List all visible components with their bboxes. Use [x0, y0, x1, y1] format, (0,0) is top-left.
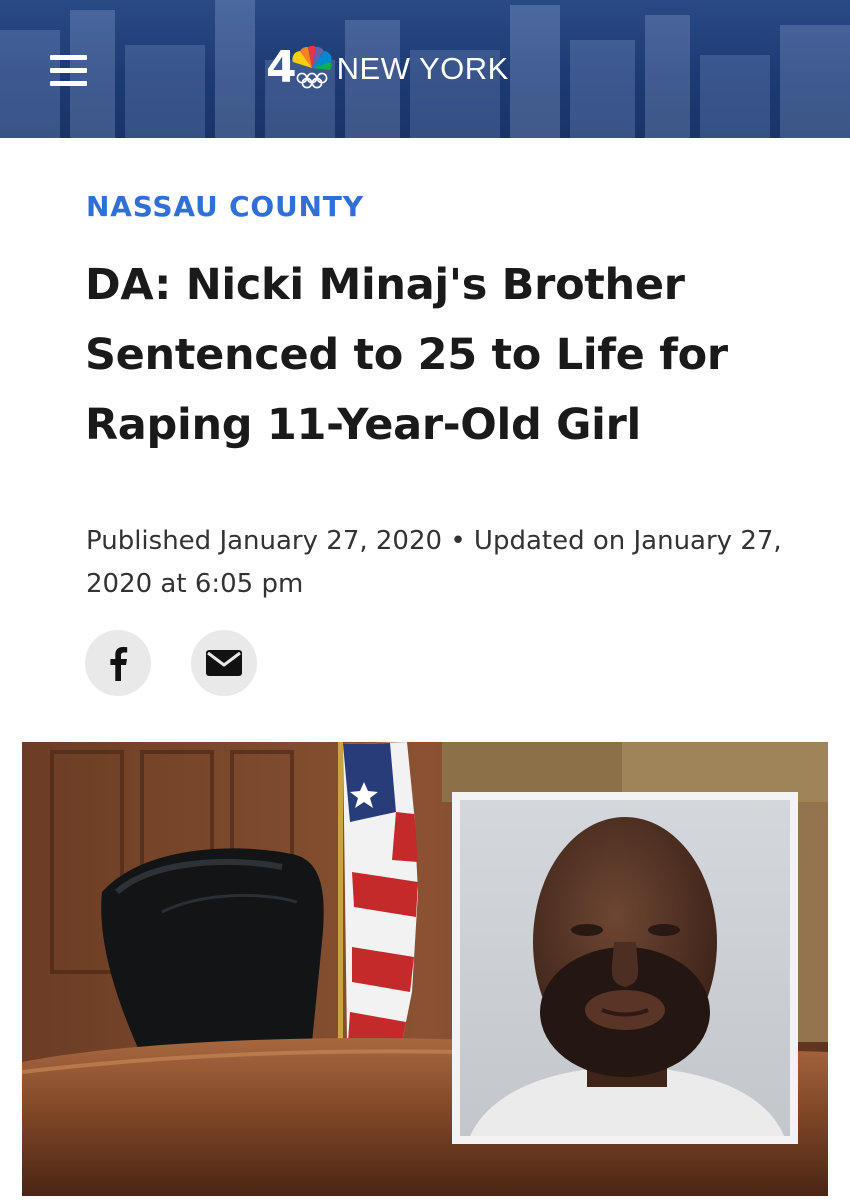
- site-header: 4 NEW YORK: [0, 0, 850, 138]
- email-icon: [206, 650, 242, 676]
- logo-text: NEW YORK: [336, 51, 509, 86]
- article-hero-image: [22, 742, 828, 1196]
- category-link[interactable]: NASSAU COUNTY: [86, 190, 364, 223]
- article-headline: DA: Nicki Minaj's Brother Sentenced to 2…: [85, 260, 728, 450]
- flag-graphic: [343, 742, 418, 1042]
- facebook-share-button[interactable]: [85, 630, 151, 696]
- logo-number: 4: [266, 42, 297, 93]
- publish-info: Published January 27, 2020 • Updated on …: [86, 526, 782, 599]
- site-logo[interactable]: 4 NEW YORK: [266, 42, 509, 92]
- hamburger-menu-icon[interactable]: [50, 53, 88, 89]
- nbc-peacock-icon: [292, 45, 332, 89]
- facebook-icon: [110, 647, 128, 681]
- email-share-button[interactable]: [191, 630, 257, 696]
